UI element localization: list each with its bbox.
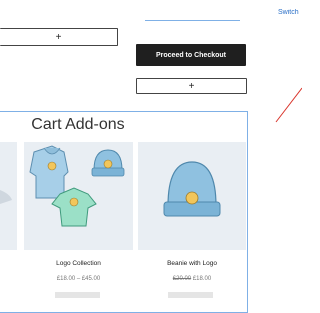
add-button-left[interactable]: + [0, 28, 118, 46]
plus-icon: + [55, 31, 62, 43]
add-to-cart-button[interactable] [168, 292, 213, 298]
product-image-beanie-with-logo[interactable] [138, 142, 246, 250]
beanie-illustration [163, 161, 221, 217]
product-price: £18.00 – £45.00 [56, 276, 101, 282]
proceed-to-checkout-button[interactable]: Proceed to Checkout [136, 44, 246, 66]
switch-link[interactable]: Switch t [278, 9, 300, 16]
product-name[interactable]: Beanie with Logo [138, 260, 246, 267]
add-to-cart-button[interactable] [55, 292, 100, 298]
plus-icon: + [188, 80, 195, 92]
red-annotation-line [275, 87, 302, 123]
sale-price: £18.00 [192, 276, 212, 282]
product-illustration [0, 190, 12, 204]
product-price: £20.00 £18.00 [138, 276, 246, 282]
cart-addons-title: Cart Add-ons [31, 116, 125, 133]
product-image-logo-collection[interactable] [24, 142, 133, 250]
product-name[interactable]: Logo Collection [24, 260, 133, 267]
logo-collection-illustration [29, 145, 125, 227]
product-image-partial[interactable] [0, 142, 17, 250]
add-button-right[interactable]: + [136, 78, 247, 94]
blue-input-edge [145, 0, 240, 21]
old-price: £20.00 [172, 276, 192, 282]
